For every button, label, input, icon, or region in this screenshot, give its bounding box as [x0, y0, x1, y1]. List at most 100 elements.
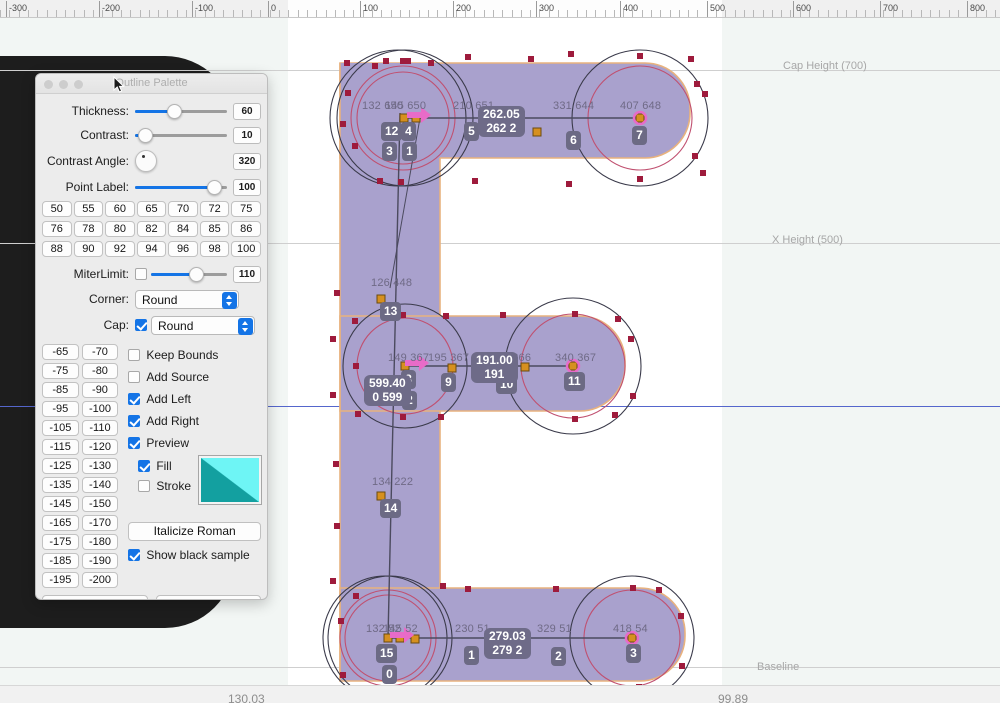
fill-checkbox[interactable]	[138, 460, 151, 472]
point-badge-3[interactable]: 3	[382, 142, 397, 161]
preset-button-72[interactable]: 72	[199, 201, 230, 217]
option-fill[interactable]: Fill	[138, 456, 191, 476]
point-badge-13[interactable]: 13	[380, 302, 402, 321]
negative-preset-button-neg115[interactable]: -115	[42, 439, 79, 455]
negative-preset-button-neg70[interactable]: -70	[81, 344, 119, 360]
italicize-roman-button[interactable]: Italicize Roman	[128, 522, 261, 541]
add-left-checkbox[interactable]	[128, 393, 141, 405]
preset-button-85[interactable]: 85	[199, 221, 230, 237]
thickness-slider[interactable]	[135, 102, 227, 120]
option-preview[interactable]: Preview	[128, 432, 261, 454]
negative-preset-button-neg175[interactable]: -175	[42, 534, 79, 550]
cap-select[interactable]: Round	[151, 315, 255, 335]
negative-preset-button-neg130[interactable]: -130	[81, 458, 119, 474]
stroke-checkbox[interactable]	[138, 480, 151, 492]
preset-button-94[interactable]: 94	[136, 241, 167, 257]
negative-preset-button-neg75[interactable]: -75	[42, 363, 79, 379]
point-badge-3-bottom[interactable]: 3	[626, 644, 641, 663]
contrast-slider[interactable]	[135, 126, 227, 144]
point-badge-11[interactable]: 11	[564, 372, 585, 391]
negative-preset-button-neg100[interactable]: -100	[81, 401, 119, 417]
contrast-angle-value[interactable]: 320	[233, 152, 261, 170]
preset-button-90[interactable]: 90	[73, 241, 104, 257]
chevron-updown-icon-cap[interactable]	[238, 317, 253, 335]
negative-preset-button-neg135[interactable]: -135	[42, 477, 79, 493]
point-badge-1[interactable]: 1	[402, 142, 417, 161]
negative-preset-button-neg185[interactable]: -185	[42, 553, 79, 569]
point-badge-15[interactable]: 15	[376, 644, 398, 663]
preset-button-55[interactable]: 55	[73, 201, 104, 217]
option-add-right[interactable]: Add Right	[128, 410, 261, 432]
option-keep-bounds[interactable]: Keep Bounds	[128, 344, 261, 366]
point-badge-9[interactable]: 9	[441, 373, 456, 392]
point-badge-1-bottom[interactable]: 1	[464, 646, 479, 665]
negative-preset-button-neg145[interactable]: -145	[42, 496, 79, 512]
palette-titlebar[interactable]: Outline Palette	[36, 74, 267, 94]
negative-preset-button-neg180[interactable]: -180	[81, 534, 119, 550]
preset-button-80[interactable]: 80	[105, 221, 135, 237]
point-badge-7[interactable]: 7	[632, 126, 647, 145]
preset-button-100[interactable]: 100	[231, 241, 261, 257]
point-badge-0[interactable]: 0	[382, 665, 397, 684]
contrast-angle-dial[interactable]	[135, 150, 157, 172]
option-stroke[interactable]: Stroke	[138, 476, 191, 496]
point-badge-12[interactable]: 12	[381, 122, 403, 141]
option-add-left[interactable]: Add Left	[128, 388, 261, 410]
add-source-checkbox[interactable]	[128, 371, 141, 383]
chevron-updown-icon[interactable]	[222, 291, 237, 309]
option-show-black-sample[interactable]: Show black sample	[128, 544, 261, 566]
negative-preset-button-neg190[interactable]: -190	[81, 553, 119, 569]
negative-preset-button-neg140[interactable]: -140	[81, 477, 119, 493]
negative-preset-button-neg195[interactable]: -195	[42, 572, 79, 588]
fix-spacing-button[interactable]: Fix spacing	[42, 595, 148, 599]
preset-button-84[interactable]: 84	[168, 221, 198, 237]
preset-button-75[interactable]: 75	[231, 201, 261, 217]
thickness-value[interactable]: 60	[233, 102, 261, 120]
point-badge-4[interactable]: 4	[401, 122, 416, 141]
cap-checkbox[interactable]	[135, 319, 147, 331]
negative-preset-button-neg120[interactable]: -120	[81, 439, 119, 455]
color-swatch[interactable]	[198, 455, 262, 505]
negative-preset-button-neg105[interactable]: -105	[42, 420, 79, 436]
preset-button-92[interactable]: 92	[105, 241, 135, 257]
negative-preset-button-neg65[interactable]: -65	[42, 344, 79, 360]
keep-bounds-checkbox[interactable]	[128, 349, 141, 361]
preset-button-96[interactable]: 96	[168, 241, 198, 257]
miter-limit-checkbox[interactable]	[135, 268, 147, 280]
miter-limit-slider[interactable]	[151, 265, 227, 283]
preset-button-88[interactable]: 88	[42, 241, 72, 257]
miter-limit-knob[interactable]	[189, 267, 204, 282]
preset-button-50[interactable]: 50	[42, 201, 72, 217]
point-badge-5[interactable]: 5	[464, 122, 479, 141]
preset-button-60[interactable]: 60	[105, 201, 135, 217]
preset-button-70[interactable]: 70	[168, 201, 198, 217]
negative-preset-button-neg200[interactable]: -200	[81, 572, 119, 588]
negative-preset-button-neg90[interactable]: -90	[81, 382, 119, 398]
preset-button-65[interactable]: 65	[136, 201, 167, 217]
option-add-source[interactable]: Add Source	[128, 366, 261, 388]
miter-limit-value[interactable]: 110	[233, 265, 261, 283]
negative-preset-button-neg150[interactable]: -150	[81, 496, 119, 512]
preset-button-82[interactable]: 82	[136, 221, 167, 237]
negative-preset-button-neg95[interactable]: -95	[42, 401, 79, 417]
point-label-slider[interactable]	[135, 178, 227, 196]
negative-preset-button-neg80[interactable]: -80	[81, 363, 119, 379]
point-label-value[interactable]: 100	[233, 178, 261, 196]
preset-button-78[interactable]: 78	[73, 221, 104, 237]
negative-preset-button-neg85[interactable]: -85	[42, 382, 79, 398]
negative-preset-button-neg125[interactable]: -125	[42, 458, 79, 474]
negative-preset-button-neg170[interactable]: -170	[81, 515, 119, 531]
outline-palette-window[interactable]: Outline Palette Thickness: 60 Contrast:	[35, 73, 268, 600]
point-badge-14[interactable]: 14	[380, 499, 402, 518]
point-badge-2[interactable]: 2	[551, 647, 566, 666]
negative-preset-button-neg110[interactable]: -110	[81, 420, 119, 436]
point-label-knob[interactable]	[206, 180, 222, 195]
negative-preset-button-neg165[interactable]: -165	[42, 515, 79, 531]
show-black-sample-checkbox[interactable]	[128, 549, 141, 561]
corner-select[interactable]: Round	[135, 289, 239, 309]
horizontal-ruler[interactable]: -300 -200 -100 0 100 200 300 400 500 600 700 800	[0, 0, 1000, 18]
thickness-knob[interactable]	[167, 104, 183, 119]
add-right-checkbox[interactable]	[128, 415, 141, 427]
preset-button-98[interactable]: 98	[199, 241, 230, 257]
contrast-knob[interactable]	[137, 128, 153, 143]
